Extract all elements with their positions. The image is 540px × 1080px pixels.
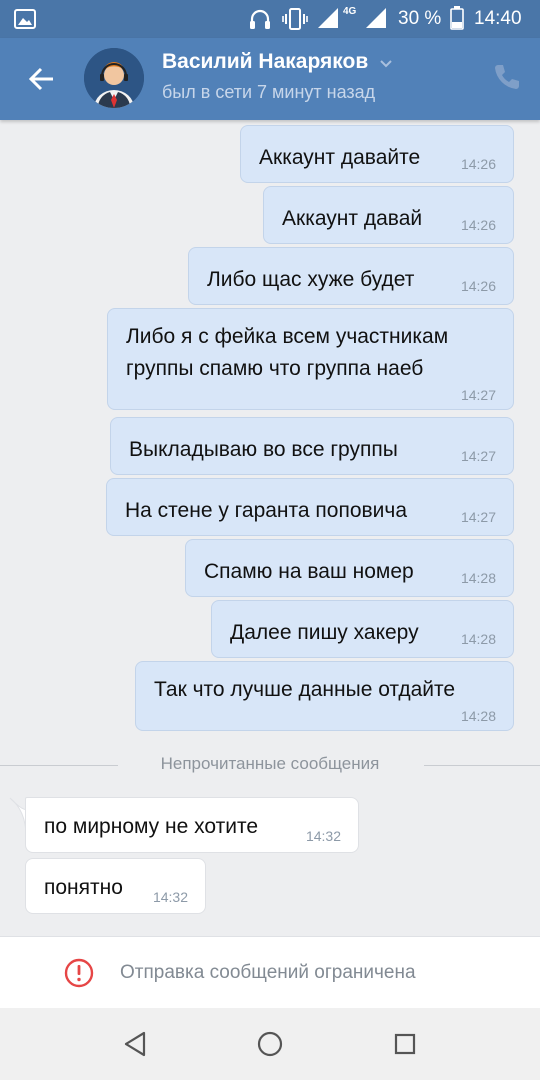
message-list[interactable]: Аккаунт давайте 14:26 Аккаунт давай 14:2… — [0, 120, 540, 936]
avatar[interactable] — [84, 48, 144, 108]
signal-icon — [318, 8, 338, 28]
message-text: На стене у гаранта поповича — [125, 499, 408, 522]
message-time: 14:26 — [460, 156, 496, 172]
message-time: 14:26 — [460, 217, 496, 233]
message-time: 14:28 — [460, 708, 496, 724]
message-time: 14:28 — [460, 570, 496, 586]
last-seen-status: был в сети 7 минут назад — [162, 82, 376, 102]
message-text: Спамю на ваш номер — [204, 560, 414, 583]
nav-back-icon[interactable] — [120, 1028, 152, 1060]
chevron-down-icon[interactable] — [379, 59, 393, 69]
nav-home-icon[interactable] — [254, 1028, 286, 1060]
message-text: Так что лучше данные отдайте — [154, 678, 456, 701]
message-bubble-outgoing[interactable]: Либо щас хуже будет 14:26 — [188, 247, 514, 305]
message-text: по мирному не хотите — [44, 815, 259, 838]
chat-header: Василий Накаряков был в сети 7 минут наз… — [0, 38, 540, 120]
message-time: 14:28 — [460, 631, 496, 647]
vibrate-icon — [282, 8, 308, 30]
message-text: Выкладываю во все группы — [129, 438, 398, 461]
contact-info[interactable]: Василий Накаряков был в сети 7 минут наз… — [162, 50, 393, 103]
status-bar: 4G 30 % 14:40 — [0, 0, 540, 38]
message-time: 14:32 — [305, 828, 341, 844]
contact-name: Василий Накаряков — [162, 50, 369, 73]
restricted-notice-bar: Отправка сообщений ограничена — [0, 936, 540, 1009]
phone-icon[interactable] — [490, 62, 522, 94]
message-text: Либо я с фейка всем участникам — [126, 325, 449, 348]
message-bubble-outgoing[interactable]: Так что лучше данные отдайте 14:28 — [135, 661, 514, 731]
signal-icon — [366, 8, 386, 28]
message-bubble-outgoing[interactable]: На стене у гаранта поповича 14:27 — [106, 478, 514, 536]
message-text: Далее пишу хакеру — [230, 621, 419, 644]
unread-divider: Непрочитанные сообщения — [0, 754, 540, 774]
headphones-icon — [250, 9, 270, 29]
message-bubble-outgoing[interactable]: Спамю на ваш номер 14:28 — [185, 539, 514, 597]
message-text: Аккаунт давай — [282, 207, 423, 230]
message-time: 14:27 — [460, 509, 496, 525]
restricted-notice-text: Отправка сообщений ограничена — [120, 962, 416, 983]
clock: 14:40 — [474, 8, 522, 29]
message-bubble-outgoing[interactable]: Либо я с фейка всем участникам группы сп… — [107, 308, 514, 410]
network-type-label: 4G — [343, 6, 357, 17]
battery-icon — [450, 6, 464, 30]
message-bubble-outgoing[interactable]: Аккаунт давайте 14:26 — [240, 125, 514, 183]
message-bubble-incoming[interactable]: понятно 14:32 — [25, 858, 206, 914]
message-bubble-outgoing[interactable]: Аккаунт давай 14:26 — [263, 186, 514, 244]
message-bubble-outgoing[interactable]: Выкладываю во все группы 14:27 — [110, 417, 514, 475]
message-time: 14:27 — [460, 387, 496, 403]
back-arrow-icon[interactable] — [18, 56, 64, 102]
message-bubble-incoming[interactable]: по мирному не хотите 14:32 — [25, 797, 359, 853]
warning-icon — [64, 958, 94, 988]
message-text: Аккаунт давайте — [259, 146, 421, 169]
battery-percent: 30 % — [398, 8, 442, 29]
message-text-line-2: группы спамю что группа наеб — [126, 357, 424, 380]
message-time: 14:26 — [460, 278, 496, 294]
message-time: 14:32 — [152, 889, 188, 905]
gallery-icon — [14, 9, 36, 29]
message-text: Либо щас хуже будет — [207, 268, 415, 291]
message-bubble-outgoing[interactable]: Далее пишу хакеру 14:28 — [211, 600, 514, 658]
system-nav-bar — [0, 1008, 540, 1080]
message-text: понятно — [44, 876, 123, 899]
nav-recents-icon[interactable] — [389, 1028, 421, 1060]
message-time: 14:27 — [460, 448, 496, 464]
